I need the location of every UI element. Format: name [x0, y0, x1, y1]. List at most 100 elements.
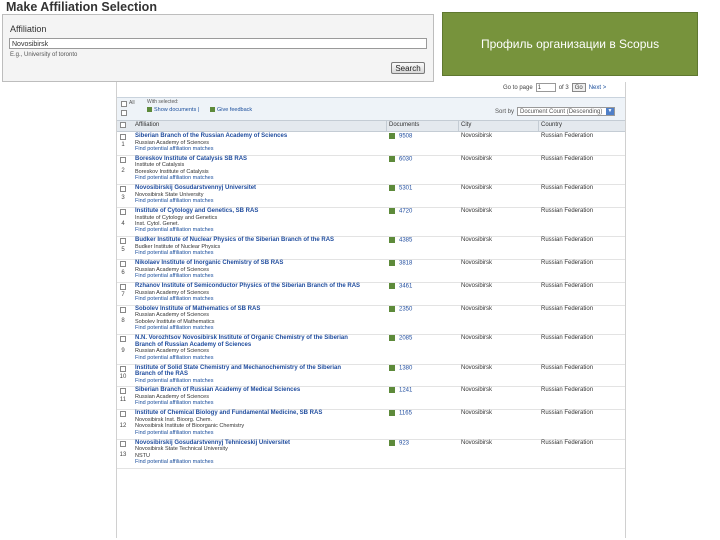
affiliation-name-link[interactable]: Budker Institute of Nuclear Physics of t…: [135, 237, 367, 244]
find-matches-link[interactable]: Find potential affiliation matches: [135, 378, 367, 384]
row-checkbox[interactable]: [120, 306, 126, 313]
affiliation-name-link[interactable]: Siberian Branch of Russian Academy of Me…: [135, 387, 367, 394]
affiliation-name-link[interactable]: Novosibirskij Gosudarstvennyj Tehniceski…: [135, 440, 367, 447]
table-row: 10 Institute of Solid State Chemistry and…: [117, 364, 625, 388]
header-checkbox[interactable]: [120, 122, 126, 128]
find-matches-link[interactable]: Find potential affiliation matches: [135, 400, 367, 406]
find-matches-link[interactable]: Find potential affiliation matches: [135, 296, 367, 302]
city-cell: Novosibirsk: [461, 155, 493, 162]
select-page-checkbox[interactable]: [121, 110, 127, 116]
find-matches-link[interactable]: Find potential affiliation matches: [135, 250, 367, 256]
column-affiliation[interactable]: Affiliation: [135, 122, 159, 128]
column-country[interactable]: Country: [541, 122, 562, 128]
affiliation-name-link[interactable]: Institute of Chemical Biology and Fundam…: [135, 410, 367, 417]
city-cell: Novosibirsk: [461, 260, 493, 267]
documents-icon: [389, 283, 395, 289]
find-matches-link[interactable]: Find potential affiliation matches: [135, 175, 367, 181]
document-count-link[interactable]: 1241: [389, 387, 412, 394]
country-cell: Russian Federation: [541, 305, 594, 312]
documents-icon: [147, 107, 152, 113]
document-count-link[interactable]: 1380: [389, 364, 412, 371]
city-cell: Novosibirsk: [461, 208, 493, 214]
row-checkbox[interactable]: [120, 284, 126, 290]
show-documents-link[interactable]: Show documents |: [147, 107, 199, 113]
country-cell: Russian Federation: [541, 387, 594, 394]
country-cell: Russian Federation: [541, 208, 594, 214]
document-count-link[interactable]: 1165: [389, 410, 412, 417]
table-header: Affiliation Documents City Country: [117, 120, 625, 132]
row-checkbox[interactable]: [120, 186, 126, 193]
affiliation-name-link[interactable]: Novosibirskij Gosudarstvennyj Universite…: [135, 185, 367, 192]
document-count-link[interactable]: 6030: [389, 155, 412, 162]
affiliation-input[interactable]: Novosibirsk: [9, 38, 427, 49]
table-row: 2 Boreskov Institute of Catalysis SB RAS I…: [117, 155, 625, 186]
sort-select[interactable]: Document Count (Descending) ▼: [517, 107, 616, 116]
document-count-link[interactable]: 4720: [389, 208, 412, 215]
table-row: 4 Institute of Cytology and Genetics, SB …: [117, 207, 625, 238]
callout-box: Профиль организации в Scopus: [442, 12, 698, 76]
row-number: 4: [121, 220, 125, 227]
country-cell: Russian Federation: [541, 185, 594, 192]
document-count-link[interactable]: 3461: [389, 283, 412, 290]
row-number: 6: [121, 269, 125, 276]
row-checkbox[interactable]: [120, 411, 126, 418]
row-checkbox[interactable]: [120, 238, 126, 245]
document-count-link[interactable]: 2085: [389, 335, 412, 342]
affiliation-name-link[interactable]: Institute of Solid State Chemistry and M…: [135, 365, 367, 378]
find-matches-link[interactable]: Find potential affiliation matches: [135, 273, 367, 279]
find-matches-link[interactable]: Find potential affiliation matches: [135, 459, 367, 465]
with-selected-label: With selected:: [147, 99, 179, 105]
document-count-link[interactable]: 4385: [389, 237, 412, 244]
row-checkbox[interactable]: [120, 134, 126, 140]
row-checkbox[interactable]: [120, 156, 126, 163]
goto-label: Go to page: [503, 84, 533, 91]
find-matches-link[interactable]: Find potential affiliation matches: [135, 198, 367, 204]
find-matches-link[interactable]: Find potential affiliation matches: [135, 325, 367, 331]
document-count-link[interactable]: 923: [389, 439, 409, 446]
document-count-link[interactable]: 5301: [389, 185, 412, 192]
affiliation-example-hint: E.g., University of toronto: [10, 52, 78, 58]
city-cell: Novosibirsk: [461, 335, 493, 342]
city-cell: Novosibirsk: [461, 133, 493, 139]
pagination: Go to page 1 of 3 Go Next >: [503, 83, 606, 92]
row-checkbox[interactable]: [120, 336, 126, 343]
affiliation-name-link[interactable]: Boreskov Institute of Catalysis SB RAS: [135, 156, 367, 163]
find-matches-link[interactable]: Find potential affiliation matches: [135, 430, 367, 436]
affiliation-name-link[interactable]: Sobolev Institute of Mathematics of SB R…: [135, 306, 367, 313]
find-matches-link[interactable]: Find potential affiliation matches: [135, 146, 367, 152]
row-checkbox[interactable]: [120, 440, 126, 447]
affiliation-name-link[interactable]: Nikolaev Institute of Inorganic Chemistr…: [135, 260, 367, 267]
select-all-checkbox[interactable]: [121, 101, 127, 107]
affiliation-name-link[interactable]: Institute of Cytology and Genetics, SB R…: [135, 208, 367, 215]
table-row: 3 Novosibirskij Gosudarstvennyj Universit…: [117, 184, 625, 208]
find-matches-link[interactable]: Find potential affiliation matches: [135, 227, 367, 233]
column-city[interactable]: City: [461, 122, 471, 128]
country-cell: Russian Federation: [541, 237, 594, 244]
row-checkbox[interactable]: [120, 365, 126, 372]
affiliation-name-link[interactable]: N.N. Vorozhtsov Novosibirsk Institute of…: [135, 335, 367, 348]
document-count-link[interactable]: 2350: [389, 305, 412, 312]
row-checkbox[interactable]: [120, 261, 126, 268]
documents-icon: [389, 335, 395, 342]
documents-icon: [389, 364, 395, 371]
document-count-link[interactable]: 3818: [389, 260, 412, 267]
next-page-link[interactable]: Next >: [589, 85, 607, 91]
give-feedback-link[interactable]: Give feedback: [210, 107, 252, 113]
find-matches-link[interactable]: Find potential affiliation matches: [135, 355, 367, 361]
documents-icon: [389, 185, 395, 192]
page-number-input[interactable]: 1: [535, 83, 556, 92]
table-row: 13 Novosibirskij Gosudarstvennyj Tehnices…: [117, 439, 625, 469]
feedback-icon: [210, 107, 215, 113]
city-cell: Novosibirsk: [461, 237, 493, 244]
affiliation-name-link[interactable]: Rzhanov Institute of Semiconductor Physi…: [135, 283, 367, 290]
affiliation-name-link[interactable]: Siberian Branch of the Russian Academy o…: [135, 133, 367, 140]
affiliation-search-panel: Affiliation Novosibirsk E.g., University…: [2, 14, 434, 82]
city-cell: Novosibirsk: [461, 185, 493, 192]
country-cell: Russian Federation: [541, 155, 594, 162]
search-button[interactable]: Search: [391, 62, 425, 74]
document-count-link[interactable]: 9508: [389, 133, 412, 140]
go-button[interactable]: Go: [571, 83, 586, 92]
row-checkbox[interactable]: [120, 209, 126, 215]
column-documents[interactable]: Documents: [389, 122, 419, 128]
row-checkbox[interactable]: [120, 388, 126, 395]
